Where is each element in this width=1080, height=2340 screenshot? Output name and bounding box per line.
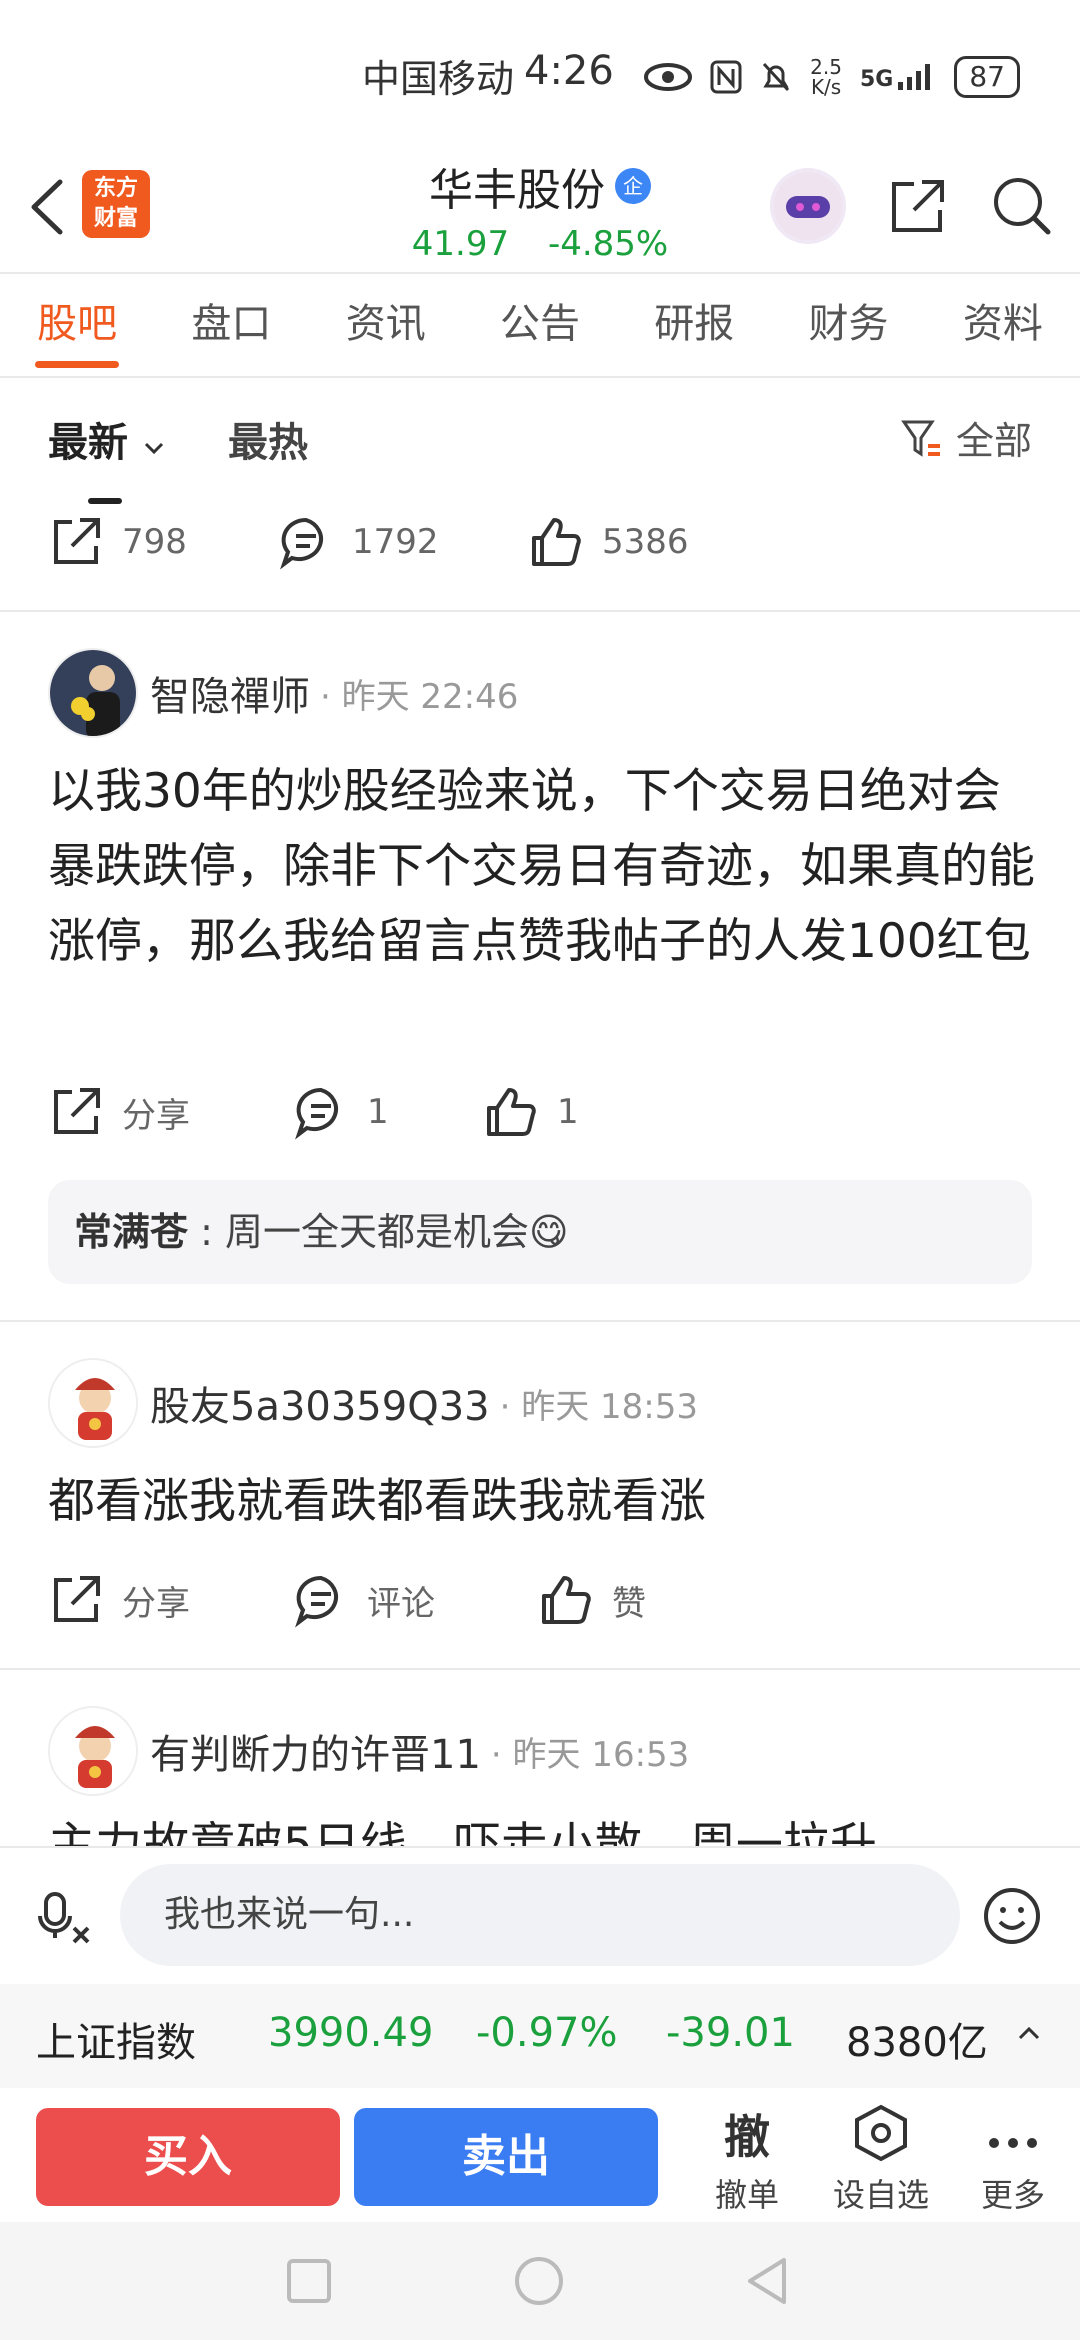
comment-icon — [280, 517, 324, 570]
home-icon[interactable] — [514, 2256, 564, 2306]
thumbs-up-icon — [532, 518, 581, 566]
comment-bar: 我也来说一句... — [0, 1848, 1080, 1982]
filter-icon — [901, 420, 940, 457]
username[interactable]: 股友5a30359Q33 — [150, 1374, 490, 1432]
like-action[interactable]: 5386 — [528, 514, 689, 570]
recent-apps-icon[interactable] — [286, 2258, 332, 2304]
sort-hot-button[interactable]: 最热 — [228, 410, 308, 468]
share-action[interactable]: 798 — [48, 514, 278, 570]
voice-input-icon[interactable] — [36, 1888, 96, 1948]
tabs-divider — [0, 376, 1080, 378]
comment-icon — [295, 1575, 339, 1628]
post-time: · 昨天 22:46 — [320, 676, 519, 717]
like-action[interactable]: 1 — [483, 1084, 579, 1140]
stock-name: 华丰股份 — [429, 165, 605, 216]
post-time: · 昨天 18:53 — [499, 1386, 698, 1427]
more-dots-icon — [958, 2104, 1068, 2170]
enterprise-badge-icon: 企 — [615, 168, 651, 204]
eye-icon — [644, 63, 693, 91]
ai-assistant-avatar[interactable] — [770, 168, 846, 244]
post-actions: 分享 评论 赞 — [48, 1572, 646, 1628]
sell-button[interactable]: 卖出 — [354, 2108, 658, 2206]
index-ticker-bar[interactable]: 上证指数 3990.49 -0.97% -39.01 8380亿 — [0, 1984, 1080, 2088]
index-volume: 8380亿 — [846, 2020, 988, 2066]
tab-profile[interactable]: 资料 — [926, 272, 1080, 376]
tab-bar: 股吧 盘口 资讯 公告 研报 财务 资料 — [0, 272, 1080, 376]
comment-action[interactable]: 1792 — [278, 514, 528, 570]
cancel-order-button[interactable]: 撤 撤单 — [692, 2104, 802, 2216]
index-change: -39.01 — [666, 2010, 795, 2056]
tab-announcements[interactable]: 公告 — [463, 272, 617, 376]
post-actions: 分享 1 1 — [48, 1084, 579, 1140]
comment-input[interactable]: 我也来说一句... — [120, 1864, 960, 1966]
prev-post-actions: 798 1792 5386 — [48, 514, 689, 570]
back-triangle-icon[interactable] — [744, 2256, 790, 2306]
avatar[interactable] — [48, 648, 138, 738]
status-icons: 2.5 K/s 5G 87 — [644, 56, 1020, 98]
username[interactable]: 有判断力的许晋11 — [150, 1722, 481, 1780]
carrier-label: 中国移动 — [362, 57, 515, 101]
status-bar: 中国移动 4:26 2.5 K/s 5G 87 — [0, 0, 1080, 150]
share-icon[interactable] — [884, 174, 950, 240]
thumbs-up-icon — [542, 1576, 591, 1624]
comment-action[interactable]: 1 — [293, 1084, 483, 1140]
mute-bell-icon — [763, 62, 790, 92]
cancel-order-icon: 撤 — [724, 2110, 770, 2164]
reply-username: 常满苍 — [74, 1210, 189, 1254]
post-divider — [0, 1320, 1080, 1322]
net-speed: 2.5 K/s — [810, 55, 842, 99]
post-divider — [0, 1668, 1080, 1670]
clock: 4:26 — [524, 48, 614, 94]
emoji-icon[interactable] — [982, 1886, 1042, 1946]
index-value: 3990.49 — [268, 2010, 434, 2056]
stock-change: -4.85% — [547, 224, 669, 264]
like-action[interactable]: 赞 — [538, 1572, 646, 1628]
more-button[interactable]: 更多 — [958, 2104, 1068, 2216]
nfc-icon — [710, 60, 742, 94]
avatar[interactable] — [48, 1706, 138, 1796]
sort-latest-button[interactable]: 最新 — [48, 410, 166, 505]
post-content[interactable]: 都看涨我就看跌都看跌我就看涨 — [48, 1464, 1038, 1539]
share-action[interactable]: 分享 — [48, 1572, 293, 1628]
tab-news[interactable]: 资讯 — [309, 272, 463, 376]
share-icon — [54, 1088, 100, 1134]
comment-icon — [295, 1087, 339, 1140]
post-time: · 昨天 16:53 — [490, 1734, 690, 1775]
reply-text: : 周一全天都是机会😋 — [188, 1210, 569, 1254]
signal-icon: 5G — [860, 62, 936, 92]
add-watchlist-button[interactable]: 设自选 — [826, 2104, 936, 2216]
share-action[interactable]: 分享 — [48, 1084, 293, 1140]
post-content[interactable]: 以我30年的炒股经验来说，下个交易日绝对会暴跌跌停，除非下个交易日有奇迹，如果真… — [48, 754, 1038, 979]
avatar[interactable] — [48, 1358, 138, 1448]
post-header[interactable]: 股友5a30359Q33 · 昨天 18:53 — [48, 1358, 698, 1448]
thumbs-up-icon — [487, 1088, 536, 1136]
chevron-up-icon[interactable] — [1016, 2024, 1042, 2044]
buy-button[interactable]: 买入 — [36, 2108, 340, 2206]
comment-action[interactable]: 评论 — [293, 1572, 538, 1628]
index-name: 上证指数 — [36, 2020, 196, 2066]
hexagon-settings-icon — [826, 2104, 936, 2170]
stock-header: 东方 财富 华丰股份 企 41.97 -4.85% — [0, 150, 1080, 272]
share-icon — [54, 518, 100, 564]
index-percent: -0.97% — [476, 2010, 618, 2056]
tab-pankou[interactable]: 盘口 — [154, 272, 308, 376]
stock-price: 41.97 — [411, 224, 510, 264]
trade-bar: 买入 卖出 撤 撤单 设自选 更多 — [0, 2090, 1080, 2220]
chevron-down-icon — [144, 442, 163, 455]
robot-icon — [774, 172, 842, 240]
share-icon — [54, 1576, 100, 1622]
filter-button[interactable]: 全部 — [900, 410, 1032, 465]
post-header[interactable]: 智隐禪师 · 昨天 22:46 — [48, 648, 518, 738]
post-header[interactable]: 有判断力的许晋11 · 昨天 16:53 — [48, 1706, 689, 1796]
tab-research[interactable]: 研报 — [617, 272, 771, 376]
tab-finance[interactable]: 财务 — [771, 272, 925, 376]
username[interactable]: 智隐禪师 — [150, 664, 310, 722]
search-icon[interactable] — [988, 172, 1054, 238]
tab-guba[interactable]: 股吧 — [0, 272, 154, 376]
post-divider — [0, 610, 1080, 612]
battery-indicator: 87 — [954, 56, 1020, 98]
reply-preview[interactable]: 常满苍 : 周一全天都是机会😋 — [48, 1180, 1032, 1284]
system-nav-bar — [0, 2222, 1080, 2340]
sort-row: 最新 最热 全部 — [0, 380, 1080, 505]
